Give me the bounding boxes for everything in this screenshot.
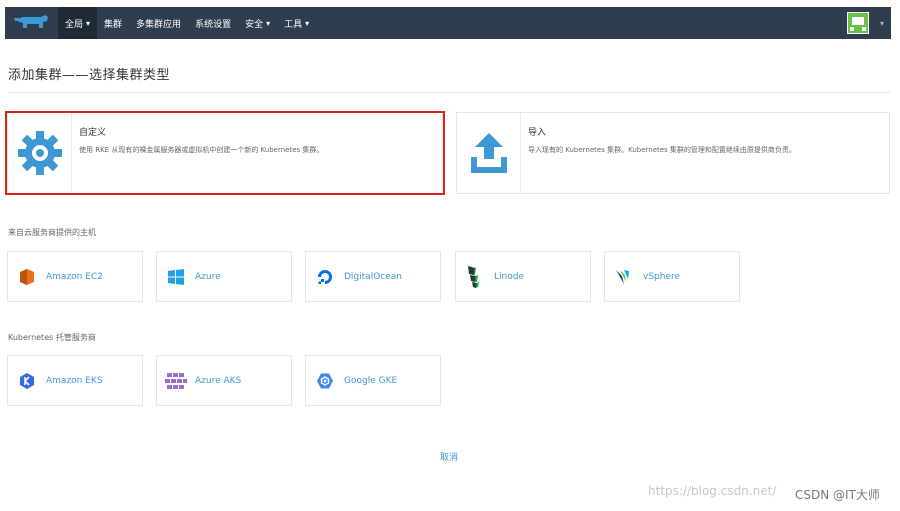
- section-label-hosted: Kubernetes 托管服务商: [8, 333, 96, 342]
- nav-tools[interactable]: 工具 ▾: [277, 7, 316, 39]
- amazon-ec2-icon: [8, 252, 46, 301]
- nav-clusters[interactable]: 集群: [97, 7, 129, 39]
- page-title: 添加集群——选择集群类型: [8, 68, 171, 83]
- provider-label: Linode: [494, 271, 524, 282]
- nav-security-label: 安全: [245, 19, 264, 30]
- chevron-down-icon: ▾: [86, 18, 91, 28]
- nav-clusters-label: 集群: [104, 19, 123, 30]
- upload-icon: [457, 113, 521, 193]
- provider-azure-aks[interactable]: Azure AKS: [156, 355, 292, 406]
- amazon-eks-icon: [8, 356, 46, 405]
- digitalocean-icon: [306, 252, 344, 301]
- provider-digitalocean[interactable]: DigitalOcean: [305, 251, 441, 302]
- linode-icon: [456, 252, 494, 301]
- provider-azure[interactable]: Azure: [156, 251, 292, 302]
- azure-aks-icon: [157, 356, 195, 405]
- watermark-url: https://blog.csdn.net/: [648, 484, 777, 498]
- provider-amazon-eks[interactable]: Amazon EKS: [7, 355, 143, 406]
- main-nav: 全局 ▾ 集群 多集群应用 系统设置 安全 ▾ 工具 ▾: [58, 7, 316, 39]
- provider-vsphere[interactable]: vSphere: [604, 251, 740, 302]
- top-nav-bar: 全局 ▾ 集群 多集群应用 系统设置 安全 ▾ 工具 ▾ ▾: [5, 7, 891, 39]
- gear-icon: [8, 113, 72, 193]
- cluster-type-import-card[interactable]: 导入 导入现有的 Kubernetes 集群。Kubernetes 集群的管理和…: [456, 112, 890, 194]
- section-label-cloud: 来自云服务商提供的主机: [8, 228, 96, 237]
- provider-label: Google GKE: [344, 375, 398, 386]
- nav-settings-label: 系统设置: [195, 19, 232, 30]
- rancher-logo-icon[interactable]: [5, 7, 57, 39]
- cluster-type-description: 导入现有的 Kubernetes 集群。Kubernetes 集群的管理和配置继…: [528, 146, 796, 154]
- nav-global[interactable]: 全局 ▾: [58, 7, 98, 39]
- user-avatar-icon[interactable]: [847, 12, 869, 34]
- provider-linode[interactable]: Linode: [455, 251, 591, 302]
- provider-amazon-ec2[interactable]: Amazon EC2: [7, 251, 143, 302]
- cluster-type-custom-card[interactable]: 自定义 使用 RKE 从现有的裸金属服务器或虚拟机中创建一个新的 Kuberne…: [7, 112, 443, 194]
- provider-label: DigitalOcean: [344, 271, 402, 282]
- nav-settings[interactable]: 系统设置: [188, 7, 238, 39]
- nav-multi-cluster-apps-label: 多集群应用: [136, 19, 182, 30]
- vsphere-icon: [605, 252, 643, 301]
- provider-label: Amazon EC2: [46, 271, 103, 282]
- chevron-down-icon: ▾: [266, 18, 271, 28]
- azure-icon: [157, 252, 195, 301]
- cluster-type-title: 导入: [528, 128, 547, 138]
- watermark-brand: CSDN @IT大师: [795, 488, 880, 502]
- chevron-down-icon[interactable]: ▾: [880, 7, 884, 39]
- nav-security[interactable]: 安全 ▾: [238, 7, 277, 39]
- nav-global-label: 全局: [65, 19, 84, 30]
- google-gke-icon: [306, 356, 344, 405]
- nav-multi-cluster-apps[interactable]: 多集群应用: [129, 7, 188, 39]
- provider-google-gke[interactable]: Google GKE: [305, 355, 441, 406]
- provider-label: Amazon EKS: [46, 375, 103, 386]
- cluster-type-title: 自定义: [79, 128, 107, 138]
- divider: [8, 92, 890, 93]
- provider-label: vSphere: [643, 271, 681, 282]
- provider-label: Azure AKS: [195, 375, 242, 386]
- cancel-button[interactable]: 取消: [428, 450, 470, 463]
- chevron-down-icon: ▾: [305, 18, 310, 28]
- provider-label: Azure: [195, 271, 221, 282]
- cluster-type-description: 使用 RKE 从现有的裸金属服务器或虚拟机中创建一个新的 Kubernetes …: [79, 146, 324, 154]
- nav-tools-label: 工具: [284, 19, 303, 30]
